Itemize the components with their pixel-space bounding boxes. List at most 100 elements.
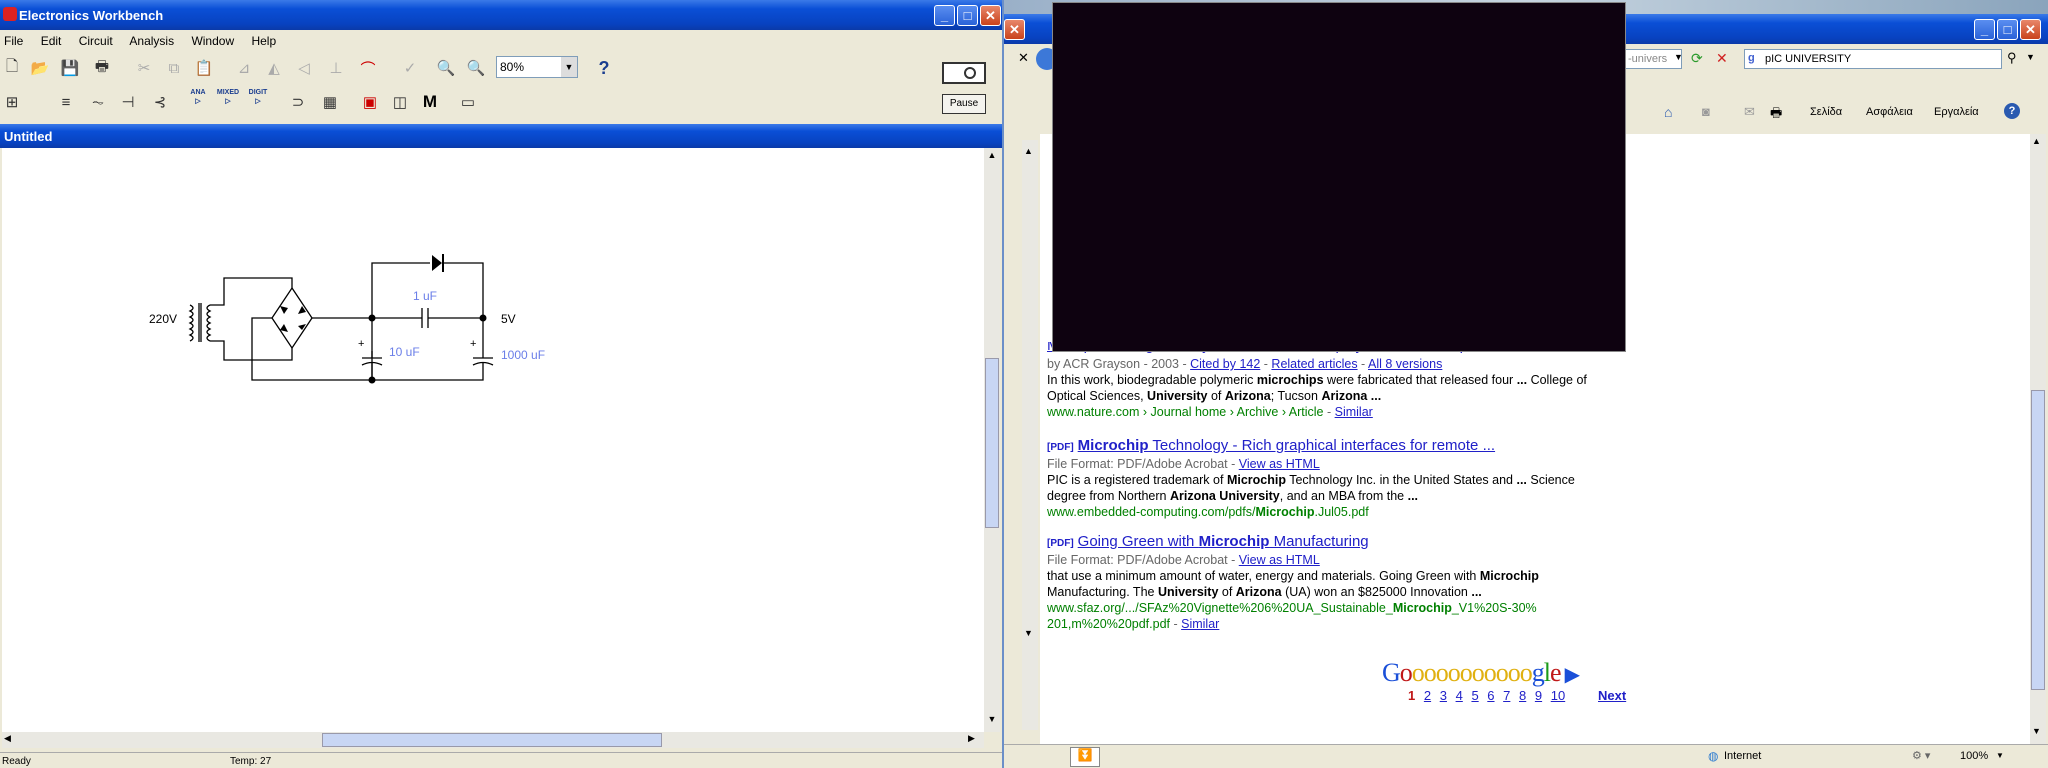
- new-icon[interactable]: 🗋: [0, 56, 24, 80]
- rotate-icon[interactable]: ⊿: [232, 56, 256, 80]
- download-icon[interactable]: ⏬: [1070, 747, 1100, 767]
- video-overlay[interactable]: [1052, 2, 1626, 352]
- similar-link[interactable]: Similar: [1181, 617, 1219, 631]
- mixed-ics-icon[interactable]: MIXED ▷: [216, 88, 240, 114]
- cut-icon[interactable]: ✂: [132, 56, 156, 80]
- help-button[interactable]: ?: [592, 56, 616, 80]
- view-as-html-link[interactable]: View as HTML: [1239, 553, 1320, 567]
- address-dropdown-icon[interactable]: ▼: [1674, 52, 1683, 62]
- zoom-level[interactable]: 100%: [1960, 750, 1988, 762]
- all-versions-link[interactable]: All 8 versions: [1368, 357, 1442, 371]
- search-input[interactable]: pIC UNIVERSITY: [1765, 53, 1851, 65]
- scroll-thumb[interactable]: [2031, 390, 2045, 690]
- flip-horizontal-icon[interactable]: ◁: [292, 56, 316, 80]
- tab-close-icon[interactable]: ✕: [1018, 50, 1029, 66]
- similar-link[interactable]: Similar: [1335, 405, 1373, 419]
- zoom-out-icon[interactable]: 🔍: [434, 56, 458, 80]
- protected-mode-icon[interactable]: ⚙ ▾: [1912, 749, 1930, 762]
- menu-help[interactable]: Help: [251, 34, 276, 48]
- analog-ics-icon[interactable]: ANA ▷: [186, 88, 210, 114]
- result-3-title[interactable]: Going Green with Microchip Manufacturing: [1078, 533, 1369, 550]
- page-link[interactable]: 7: [1503, 688, 1510, 703]
- refresh-icon[interactable]: ⟳: [1691, 50, 1703, 67]
- zoom-select[interactable]: 80% ▼: [496, 56, 578, 78]
- scroll-down-arrow[interactable]: ▼: [2032, 726, 2041, 736]
- hscroll-thumb[interactable]: [322, 733, 662, 747]
- cited-by-link[interactable]: Cited by 142: [1190, 357, 1260, 371]
- page-link[interactable]: 5: [1471, 688, 1478, 703]
- next-page-link[interactable]: Next: [1598, 688, 1626, 703]
- page-link[interactable]: 4: [1456, 688, 1463, 703]
- search-icon[interactable]: ⚲: [2007, 50, 2017, 66]
- canvas-horizontal-scrollbar[interactable]: ◀ ▶: [2, 732, 984, 748]
- scroll-right-arrow[interactable]: ▶: [968, 733, 975, 744]
- print-icon[interactable]: 🖶: [1770, 104, 1782, 126]
- basic-icon[interactable]: ⏦: [86, 90, 110, 114]
- document-titlebar[interactable]: Untitled: [0, 124, 1002, 148]
- circuit-schematic[interactable]: [2, 148, 984, 732]
- ie-minimize-button[interactable]: _: [1974, 19, 1995, 40]
- help-icon[interactable]: ?: [2004, 103, 2020, 119]
- tools-menu[interactable]: Εργαλεία: [1934, 106, 1979, 118]
- page-link[interactable]: 9: [1535, 688, 1542, 703]
- page-link[interactable]: 8: [1519, 688, 1526, 703]
- search-options-icon[interactable]: ▼: [2026, 52, 2035, 62]
- maximize-button[interactable]: □: [957, 5, 978, 26]
- menu-circuit[interactable]: Circuit: [79, 34, 113, 48]
- ie-maximize-button[interactable]: □: [1997, 19, 2018, 40]
- ie-vertical-scrollbar[interactable]: ▲ ▼: [2030, 134, 2046, 744]
- safety-menu[interactable]: Ασφάλεια: [1866, 106, 1913, 118]
- digital-ics-icon[interactable]: DIGIT ▷: [246, 88, 270, 114]
- feeds-icon[interactable]: ◙: [1702, 104, 1710, 119]
- diodes-icon[interactable]: ⊣: [116, 90, 140, 114]
- search-box[interactable]: g pIC UNIVERSITY: [1744, 49, 2002, 69]
- home-icon[interactable]: ⌂: [1664, 104, 1672, 120]
- scroll-up-arrow[interactable]: ▲: [985, 150, 999, 164]
- menu-analysis[interactable]: Analysis: [129, 34, 174, 48]
- indicators-icon[interactable]: ▣: [358, 90, 382, 114]
- page-link[interactable]: 6: [1487, 688, 1494, 703]
- scroll-left-arrow[interactable]: ◀: [4, 733, 11, 744]
- instruments-icon[interactable]: ▭: [456, 90, 480, 114]
- sources-icon[interactable]: ≡: [54, 90, 78, 114]
- pause-button[interactable]: Pause: [942, 94, 986, 114]
- scroll-up-arrow[interactable]: ▲: [1024, 146, 1033, 156]
- parts-bin-icon[interactable]: ⊞: [0, 90, 24, 114]
- result-2-title[interactable]: Microchip Technology - Rich graphical in…: [1078, 437, 1495, 454]
- controls-icon[interactable]: ◫: [388, 90, 412, 114]
- circuit-canvas[interactable]: 220V 5V 1 uF 10 uF 1000 uF + +: [2, 148, 984, 732]
- menu-file[interactable]: File: [4, 34, 23, 48]
- save-icon[interactable]: 💾: [58, 56, 82, 80]
- logic-gates-icon[interactable]: ⊃: [286, 90, 310, 114]
- digital-icon[interactable]: ▦: [318, 90, 342, 114]
- zoom-dropdown-icon[interactable]: ▼: [1996, 751, 2004, 760]
- canvas-vertical-scrollbar[interactable]: ▲ ▼: [984, 148, 1000, 732]
- print-icon[interactable]: 🖶: [90, 56, 114, 80]
- view-as-html-link[interactable]: View as HTML: [1239, 457, 1320, 471]
- scroll-thumb[interactable]: [985, 358, 999, 528]
- transistors-icon[interactable]: ⊰: [148, 90, 172, 114]
- close-button[interactable]: ✕: [980, 5, 1001, 26]
- page-link[interactable]: 3: [1440, 688, 1447, 703]
- left-pane-scrollbar[interactable]: ▲ ▼: [1022, 140, 1038, 730]
- component-properties-icon[interactable]: ✓: [398, 56, 422, 80]
- scroll-down-arrow[interactable]: ▼: [985, 714, 999, 728]
- stop-icon[interactable]: ✕: [1716, 50, 1728, 67]
- open-icon[interactable]: 📂: [28, 56, 52, 80]
- flip-vertical-icon[interactable]: ◭: [262, 56, 286, 80]
- power-switch-icon[interactable]: [942, 62, 986, 84]
- mail-icon[interactable]: ✉: [1744, 104, 1755, 120]
- ie-close-button[interactable]: ✕: [2020, 19, 2041, 40]
- page-link[interactable]: 10: [1551, 688, 1565, 703]
- copy-icon[interactable]: ⧉: [162, 56, 186, 80]
- related-articles-link[interactable]: Related articles: [1271, 357, 1357, 371]
- subcircuit-icon[interactable]: ⊥: [324, 56, 348, 80]
- chevron-down-icon[interactable]: ▼: [561, 57, 577, 77]
- scroll-up-arrow[interactable]: ▲: [2032, 136, 2041, 146]
- paste-icon[interactable]: 📋: [192, 56, 216, 80]
- ewb-titlebar[interactable]: Electronics Workbench _ □ ✕: [0, 0, 1002, 30]
- page-link[interactable]: 2: [1424, 688, 1431, 703]
- graph-icon[interactable]: ⌒: [356, 56, 380, 80]
- minimize-button[interactable]: _: [934, 5, 955, 26]
- ie-close-left-button[interactable]: ✕: [1004, 19, 1025, 40]
